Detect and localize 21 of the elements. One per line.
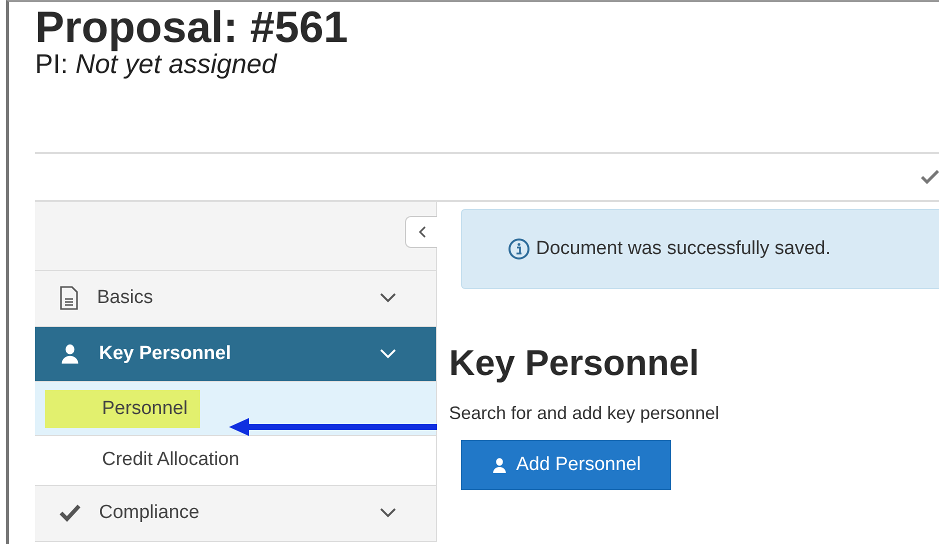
section-description: Search for and add key personnel [449,403,720,424]
sidebar-item[interactable]: Key Personnel [35,327,436,382]
sidebar-subitem[interactable]: Personnel [35,382,436,436]
person-icon [59,343,81,366]
check-icon [59,504,81,522]
chevron-down-icon [380,349,396,360]
sidebar-subitem[interactable]: Credit Allocation [35,436,436,486]
section-heading: Key Personnel [449,341,700,385]
person-icon [491,456,508,474]
subitem-label: Credit Allocation [101,449,240,472]
collapse-button[interactable] [405,216,437,248]
chevron-left-icon [418,226,426,238]
info-icon [508,238,530,260]
chevron-down-icon [380,508,396,518]
add-personnel-button[interactable]: Add Personnel [461,440,671,490]
document-icon [59,286,79,310]
sidebar-item[interactable]: Compliance [35,486,436,542]
highlighted-label: Personnel [45,390,200,428]
chevron-down-icon [380,293,396,304]
check-icon[interactable] [921,170,939,184]
alert-message: Document was successfully saved. [536,238,831,260]
